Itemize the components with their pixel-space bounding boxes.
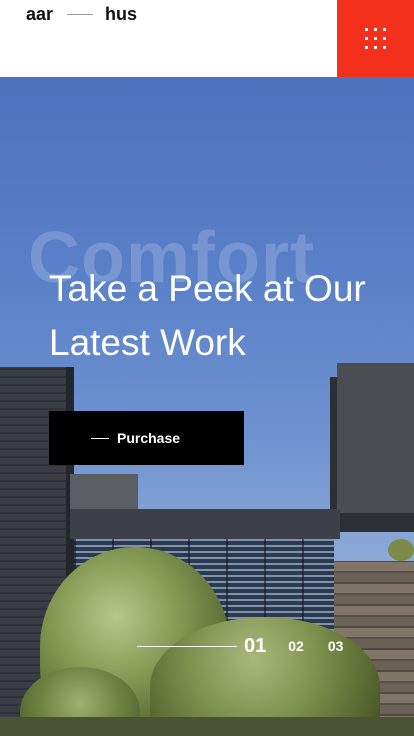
hero-section: Comfort Take a Peek at Our Latest Work P…: [0, 77, 414, 736]
logo[interactable]: aar hus: [26, 2, 137, 26]
ground: [0, 717, 414, 736]
site-header: aar hus: [0, 0, 414, 77]
purchase-button-label: Purchase: [117, 430, 181, 446]
menu-button[interactable]: [337, 0, 414, 77]
logo-text-right: hus: [105, 3, 138, 24]
logo-divider: [67, 13, 94, 15]
building-right-block: [337, 363, 414, 513]
button-dash: [91, 437, 109, 439]
building-mid-block: [70, 474, 138, 514]
grid-dots-icon: [365, 28, 386, 49]
slide-2-button[interactable]: 02: [288, 638, 304, 654]
slide-1-button[interactable]: 01: [244, 635, 266, 658]
headline-line-2: Latest Work: [49, 322, 246, 363]
slider-pagination: 01 02 03: [137, 635, 343, 657]
logo-text-left: aar: [26, 3, 54, 24]
hero-headline: Take a Peek at Our Latest Work: [49, 262, 399, 370]
headline-line-1: Take a Peek at Our: [49, 268, 366, 309]
pagination-line: [137, 645, 237, 647]
building-beam: [70, 509, 340, 539]
bush: [388, 539, 414, 561]
slide-3-button[interactable]: 03: [328, 638, 344, 654]
purchase-button[interactable]: Purchase: [49, 411, 244, 465]
